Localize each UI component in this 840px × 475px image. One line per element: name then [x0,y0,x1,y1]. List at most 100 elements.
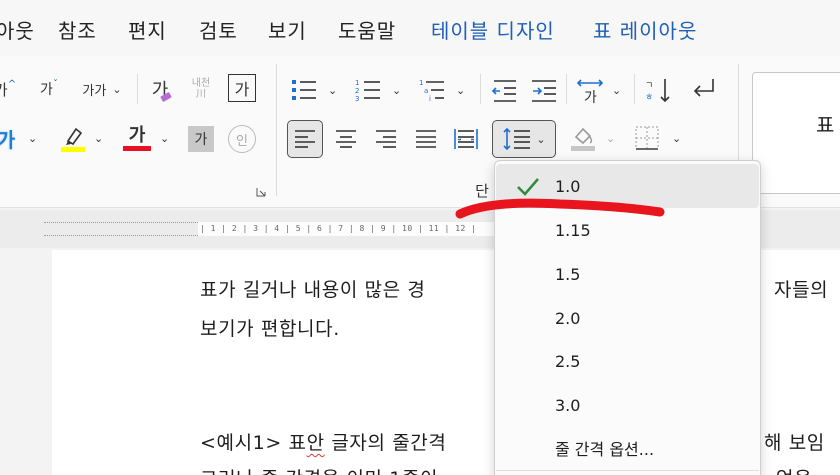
paint-bucket-icon [571,127,595,151]
dialog-launcher-icon[interactable] [256,187,266,197]
align-left-button[interactable] [287,120,323,158]
bullets-icon[interactable] [290,76,320,104]
char-border-button[interactable]: 가 [228,74,256,102]
decrease-indent-icon[interactable] [490,76,518,104]
phonetic-guide-button[interactable]: 내천 川 [184,72,218,106]
text-direction-icon: 가 [576,79,604,105]
doc-line-2: 보기가 편합니다. [200,318,340,340]
chevron-down-icon[interactable]: ⌄ [612,84,621,97]
chevron-down-icon: ⌄ [112,82,122,96]
svg-text:3: 3 [355,95,359,103]
chevron-down-icon[interactable]: ⌄ [28,132,37,145]
align-right-button[interactable] [372,124,400,154]
red-annotation-underline [455,198,665,219]
text-direction-button[interactable]: 가 [574,74,606,106]
line-spacing-icon [503,127,531,151]
tab-layout[interactable]: 아웃 [0,15,35,44]
tab-references[interactable]: 참조 [58,15,97,44]
show-paragraph-marks-button[interactable] [688,74,720,106]
font-color-swatch [123,145,151,151]
chevron-down-icon[interactable]: ⌄ [392,84,401,97]
menu-divider [496,470,759,471]
line-spacing-option-2-0[interactable]: 2.0 [496,296,759,340]
ruler-margin-left [44,222,198,236]
chevron-down-icon[interactable]: ⌄ [456,84,465,97]
line-spacing-option-1-5[interactable]: 1.5 [496,252,759,296]
doc-line-3: <예시1> 표안 글자의 줄간격 [200,432,447,454]
svg-text:1: 1 [355,79,359,87]
sort-icon: ㄱ ㅎ [645,79,670,103]
grow-font-button[interactable]: 가 ^ [0,76,22,102]
style-preview-text: 표 [816,113,835,137]
tab-table-design[interactable]: 테이블 디자인 [431,15,555,44]
eraser-icon [160,92,172,102]
shading-button[interactable] [566,122,600,154]
chevron-down-icon: ⌄ [536,132,546,146]
align-right-icon [376,130,396,148]
tab-view[interactable]: 보기 [268,15,307,44]
change-case-icon: 가가 [82,83,107,99]
line-spacing-option-2-5[interactable]: 2.5 [496,339,759,383]
sort-button[interactable]: ㄱ ㅎ [642,74,674,106]
char-shading-button[interactable]: 가 [188,126,214,152]
font-color-button[interactable]: 가 [122,122,152,154]
font-color-icon: 가 [128,124,146,146]
increase-indent-icon[interactable] [530,76,558,104]
enter-arrow-icon [693,79,714,97]
multilevel-list-icon[interactable]: 1 a i [418,76,448,104]
divider [634,74,635,104]
divider [566,74,567,104]
doc-line-4-right: 없음 [776,464,812,475]
enclose-characters-button[interactable]: 인 [228,125,256,153]
line-spacing-button[interactable]: ⌄ [492,120,556,158]
align-center-icon [336,130,356,148]
divider [480,74,481,104]
tab-review[interactable]: 검토 [199,15,238,44]
justify-icon [416,130,436,148]
text-effects-icon: 가 [0,127,16,152]
svg-text:2: 2 [355,87,359,95]
divider [137,74,138,104]
svg-text:a: a [424,87,428,95]
shrink-font-icon: 가 [40,82,53,98]
tab-mailings[interactable]: 편지 [128,15,167,44]
svg-text:i: i [429,95,431,103]
clear-formatting-button[interactable]: 가 [146,74,174,104]
align-center-button[interactable] [332,124,360,154]
chevron-down-icon[interactable]: ⌄ [672,132,681,145]
doc-line-1: 표가 길거나 내용이 많은 경 [200,279,426,301]
distributed-button[interactable] [452,124,480,154]
chevron-down-icon[interactable]: ⌄ [606,132,615,145]
svg-text:1: 1 [419,79,423,87]
align-left-icon [295,130,315,148]
tab-help[interactable]: 도움말 [338,15,396,44]
checkmark-icon [517,178,539,196]
distributed-icon [454,129,478,149]
chevron-down-icon[interactable]: ⌄ [160,132,169,145]
grow-font-icon: 가 [0,80,8,99]
svg-text:가: 가 [584,90,597,105]
shrink-font-button[interactable]: 가ˇ [34,76,64,102]
highlight-button[interactable] [56,122,90,154]
text-effects-button[interactable]: 가 [0,122,22,154]
borders-button[interactable] [630,122,664,154]
svg-text:ㅎ: ㅎ [645,93,653,103]
tab-table-layout[interactable]: 표 레이아웃 [593,15,697,44]
ribbon-tab-bar: 아웃 참조 편지 검토 보기 도움말 테이블 디자인 표 레이아웃 [0,0,840,56]
svg-text:ㄱ: ㄱ [645,81,653,91]
change-case-button[interactable]: 가가 ⌄ [76,76,128,102]
chevron-down-icon[interactable]: ⌄ [94,132,103,145]
highlighter-icon [61,127,85,152]
line-spacing-option-3-0[interactable]: 3.0 [496,383,759,427]
chevron-down-icon[interactable]: ⌄ [328,84,337,97]
numbering-icon[interactable]: 1 2 3 [354,76,384,104]
doc-line-4: 그러나 줄 간격을 이미 1줄이 [200,464,438,475]
style-gallery-item[interactable]: 표 [752,72,840,194]
doc-line-1-right: 자들의 [774,279,829,301]
spelling-error-word[interactable]: 안 [307,432,325,454]
line-spacing-options-link[interactable]: 줄 간격 옵션... [496,426,759,470]
justify-button[interactable] [412,124,440,154]
ruler-numbers: | 1 | 2 | 3 | 4 | 5 | 6 | 7 | 8 | 9 | 10… [200,224,477,233]
borders-icon [635,126,659,150]
group-divider [276,64,277,196]
